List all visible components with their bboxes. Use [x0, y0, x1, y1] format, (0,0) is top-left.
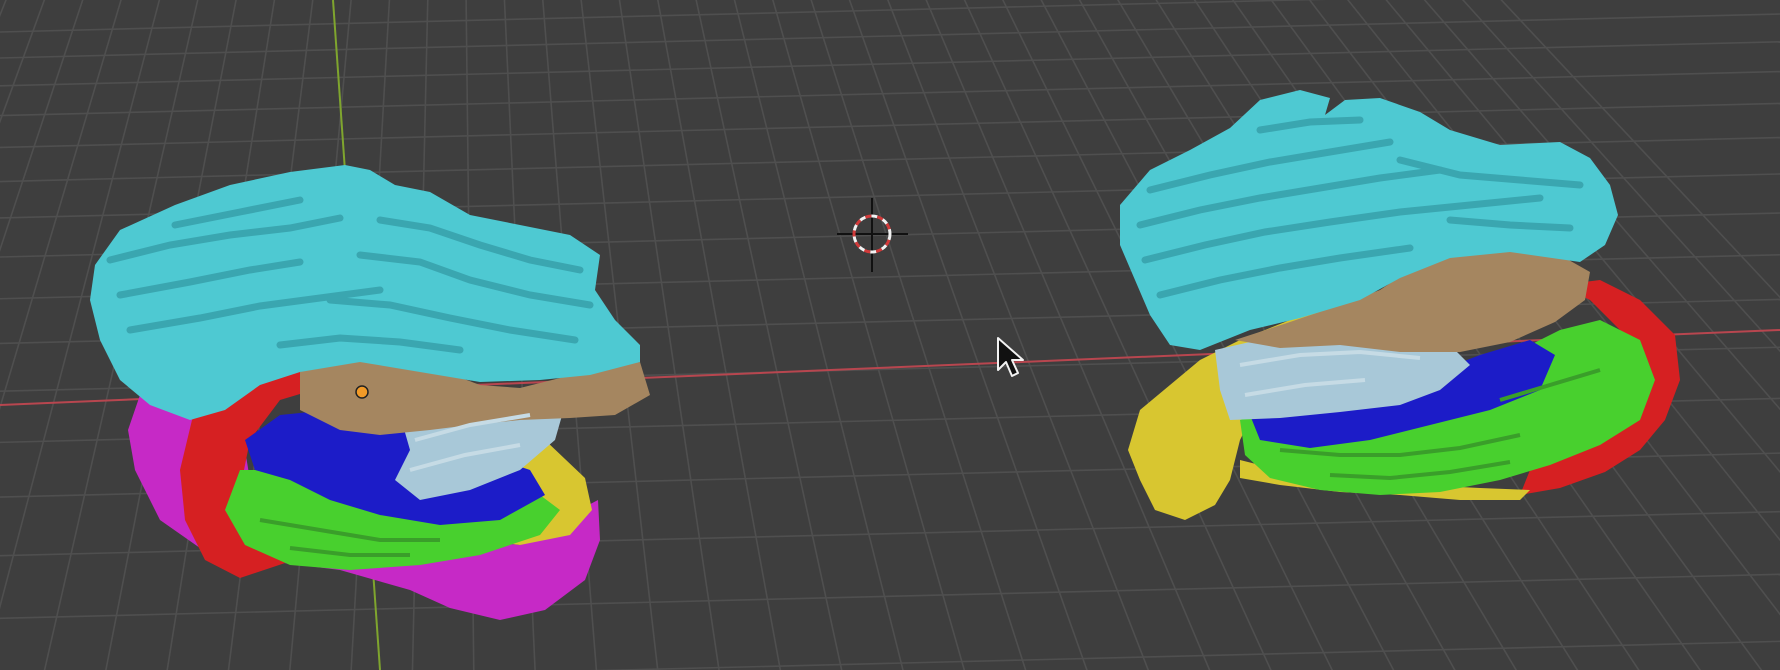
- grid-line: [0, 0, 46, 124]
- brain-mesh-right[interactable]: [1120, 90, 1680, 520]
- grid-line: [772, 0, 966, 670]
- grid-line: [0, 0, 7, 18]
- viewport-canvas[interactable]: [0, 0, 1780, 670]
- grid-line: [0, 13, 1780, 59]
- grid-line: [657, 0, 782, 670]
- grid-line: [0, 0, 84, 253]
- 3d-viewport[interactable]: [0, 0, 1780, 670]
- grid-line: [848, 0, 1088, 670]
- mouse-pointer-icon: [997, 337, 1024, 377]
- grid-line: [810, 0, 1027, 670]
- grid-line: [0, 70, 1780, 117]
- grid-line: [887, 0, 1150, 670]
- grid-line: [0, 573, 1780, 620]
- grid-line: [695, 0, 843, 670]
- object-origin-icon[interactable]: [355, 385, 369, 399]
- grid-line: [0, 102, 1780, 149]
